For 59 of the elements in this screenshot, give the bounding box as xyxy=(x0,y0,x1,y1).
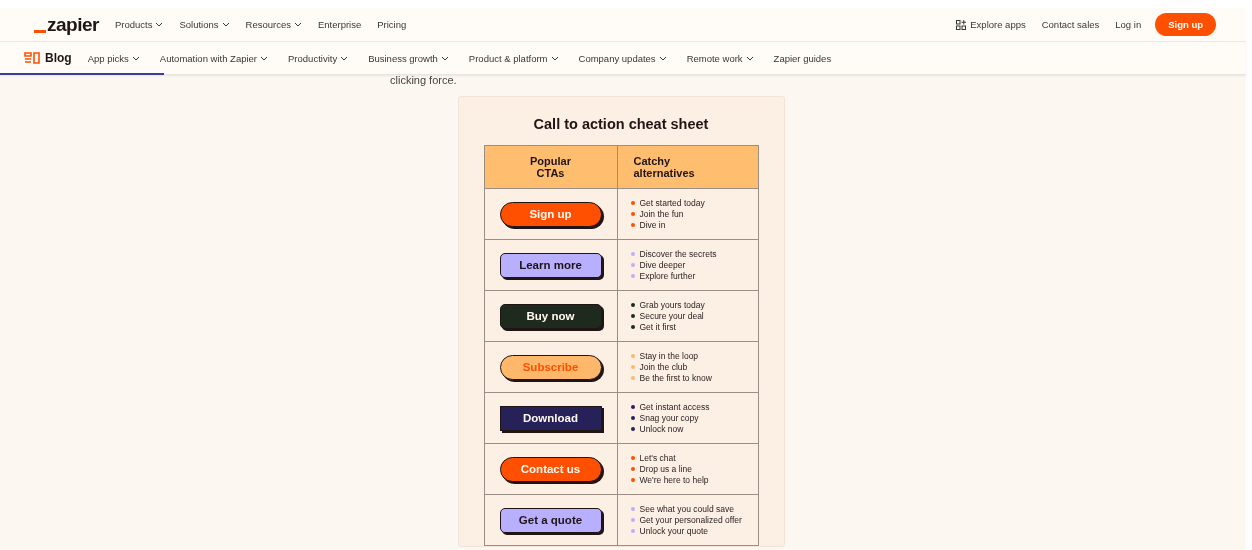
column-header: Catchy alternatives xyxy=(617,145,758,189)
alternative-text: Get instant access xyxy=(639,402,710,412)
column-header: Popular CTAs xyxy=(484,145,617,189)
nav-link[interactable]: Enterprise xyxy=(317,19,362,30)
category-link[interactable]: Product & platform xyxy=(468,52,559,64)
alternative-text: Get your personalized offer xyxy=(639,515,742,525)
chevron-down-icon xyxy=(221,22,230,27)
chevron-down-icon xyxy=(131,55,140,61)
login-link[interactable]: Log in xyxy=(1115,19,1142,30)
category-link[interactable]: Zapier guides xyxy=(773,52,832,64)
cta-button[interactable]: Get a quote xyxy=(499,507,602,533)
alternative-text: Dive deeper xyxy=(639,260,686,270)
article-text: clicking force. xyxy=(390,74,457,86)
blog-title[interactable]: Blog xyxy=(45,51,72,65)
category-link[interactable]: Automation with Zapier xyxy=(159,52,269,64)
category-link[interactable]: Productivity xyxy=(288,52,349,64)
chevron-down-icon xyxy=(260,55,269,61)
cta-button[interactable]: Download xyxy=(499,405,602,431)
category-link[interactable]: App picks xyxy=(87,52,140,64)
alternative-text: We're here to help xyxy=(639,475,709,485)
nav-link[interactable]: Pricing xyxy=(377,19,407,30)
explore-apps-link[interactable]: Explore apps xyxy=(970,19,1026,30)
nav-link[interactable]: Products xyxy=(114,19,164,30)
chevron-down-icon xyxy=(745,55,754,61)
blog-logo-icon xyxy=(24,52,40,64)
alternative-text: Unlock now xyxy=(639,424,684,434)
category-link[interactable]: Company updates xyxy=(578,52,667,64)
alternative-text: Snag your copy xyxy=(639,413,699,423)
chevron-down-icon xyxy=(293,22,302,27)
alternative-text: Stay in the loop xyxy=(639,351,699,361)
alternative-text: Get started today xyxy=(639,198,705,208)
alternative-text: See what you could save xyxy=(639,504,734,514)
cta-button[interactable]: Learn more xyxy=(499,252,602,278)
alternative-text: Secure your deal xyxy=(639,311,704,321)
cta-button[interactable]: Buy now xyxy=(499,303,602,329)
alternative-text: Let's chat xyxy=(639,453,676,463)
zapier-logo[interactable]: zapier xyxy=(34,13,99,36)
alternative-text: Join the club xyxy=(639,362,688,372)
alternative-text: Discover the secrets xyxy=(639,249,717,259)
nav-link[interactable]: Resources xyxy=(245,19,302,30)
chevron-down-icon xyxy=(340,55,349,61)
chevron-down-icon xyxy=(550,55,559,61)
cheat-sheet-title: Call to action cheat sheet xyxy=(533,116,709,132)
alternative-text: Drop us a line xyxy=(639,464,692,474)
chevron-down-icon xyxy=(440,55,449,61)
alternative-text: Be the first to know xyxy=(639,373,712,383)
chevron-down-icon xyxy=(155,22,164,27)
category-link[interactable]: Remote work xyxy=(686,52,754,64)
category-link[interactable]: Business growth xyxy=(368,52,449,64)
alternative-text: Join the fun xyxy=(639,209,684,219)
chevron-down-icon xyxy=(658,55,667,61)
contact-sales-link[interactable]: Contact sales xyxy=(1041,19,1100,30)
nav-link[interactable]: Solutions xyxy=(179,19,230,30)
alternative-text: Get it first xyxy=(639,322,676,332)
alternative-text: Grab yours today xyxy=(639,300,705,310)
alternative-text: Explore further xyxy=(639,271,696,281)
alternative-text: Dive in xyxy=(639,220,666,230)
alternative-text: Unlock your quote xyxy=(639,526,708,536)
apps-grid-icon xyxy=(956,19,967,30)
